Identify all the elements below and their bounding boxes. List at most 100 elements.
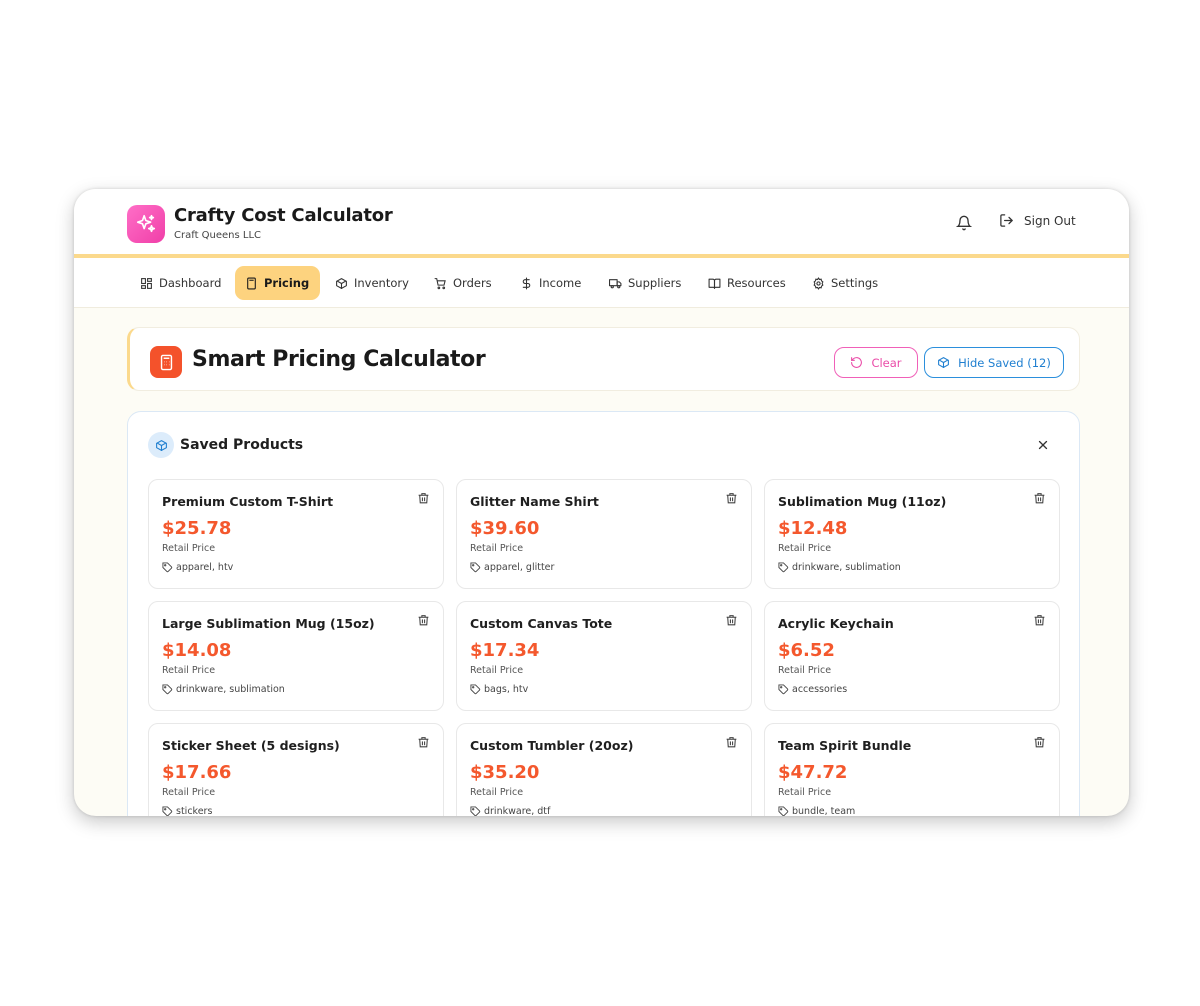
product-card[interactable]: Acrylic Keychain $6.52 Retail Price acce… — [764, 601, 1060, 711]
price-label: Retail Price — [470, 543, 524, 554]
product-tags: apparel, htv — [162, 562, 233, 573]
tag-icon — [470, 562, 481, 573]
sparkles-icon[interactable] — [127, 205, 165, 243]
product-card[interactable]: Glitter Name Shirt $39.60 Retail Price a… — [456, 479, 752, 589]
product-tags: drinkware, dtf — [470, 806, 550, 816]
logout-icon — [1000, 214, 1013, 227]
product-price: $39.60 — [470, 518, 540, 539]
price-label: Retail Price — [778, 787, 832, 798]
product-price: $14.08 — [162, 640, 232, 661]
calculator-icon — [150, 346, 182, 378]
saved-products-title: Saved Products — [180, 437, 304, 453]
nav-label: Settings — [831, 276, 879, 290]
product-name: Glitter Name Shirt — [470, 494, 599, 509]
gear-icon — [813, 276, 824, 290]
product-tags: drinkware, sublimation — [778, 562, 901, 573]
nav-label: Resources — [727, 276, 786, 290]
tags-text: bundle, team — [792, 806, 856, 816]
sign-out-button[interactable]: Sign Out — [999, 213, 1076, 228]
product-price: $6.52 — [778, 640, 835, 661]
nav-item-settings[interactable]: Settings — [802, 266, 888, 300]
tags-text: apparel, htv — [176, 562, 234, 573]
price-label: Retail Price — [162, 543, 216, 554]
product-price: $12.48 — [778, 518, 848, 539]
product-name: Custom Canvas Tote — [470, 616, 613, 631]
trash-icon[interactable] — [1033, 492, 1046, 505]
close-icon[interactable] — [1036, 437, 1050, 451]
hide-saved-button[interactable]: Hide Saved (12) — [924, 347, 1064, 378]
nav-item-dashboard[interactable]: Dashboard — [130, 266, 231, 300]
product-name: Acrylic Keychain — [778, 616, 894, 631]
product-tags: apparel, glitter — [470, 562, 554, 573]
tags-text: stickers — [176, 806, 213, 816]
price-label: Retail Price — [470, 787, 524, 798]
product-card[interactable]: Custom Tumbler (20oz) $35.20 Retail Pric… — [456, 723, 752, 816]
tags-text: drinkware, dtf — [484, 806, 551, 816]
trash-icon[interactable] — [725, 492, 738, 505]
nav-label: Pricing — [264, 276, 310, 290]
app-title: Crafty Cost Calculator — [174, 205, 393, 226]
product-name: Sticker Sheet (5 designs) — [162, 738, 340, 753]
product-card[interactable]: Custom Canvas Tote $17.34 Retail Price b… — [456, 601, 752, 711]
bell-icon[interactable] — [955, 215, 973, 231]
app-window: Crafty Cost Calculator Craft Queens LLC … — [74, 189, 1129, 816]
product-price: $47.72 — [778, 762, 848, 783]
box-icon — [938, 357, 950, 368]
product-tags: bundle, team — [778, 806, 855, 816]
product-name: Premium Custom T-Shirt — [162, 494, 334, 509]
nav-item-suppliers[interactable]: Suppliers — [599, 266, 691, 300]
product-card[interactable]: Sublimation Mug (11oz) $12.48 Retail Pri… — [764, 479, 1060, 589]
main-nav: Dashboard Pricing Inventory Orders Incom… — [74, 258, 1129, 308]
clear-button[interactable]: Clear — [834, 347, 918, 378]
hide-saved-label: Hide Saved (12) — [958, 355, 1051, 370]
product-tags: accessories — [778, 684, 847, 695]
nav-item-income[interactable]: Income — [510, 266, 591, 300]
product-card[interactable]: Sticker Sheet (5 designs) $17.66 Retail … — [148, 723, 444, 816]
nav-item-inventory[interactable]: Inventory — [325, 266, 419, 300]
trash-icon[interactable] — [1033, 736, 1046, 749]
product-name: Custom Tumbler (20oz) — [470, 738, 634, 753]
tag-icon — [470, 684, 481, 695]
trash-icon[interactable] — [1033, 614, 1046, 627]
product-name: Sublimation Mug (11oz) — [778, 494, 947, 509]
tags-text: drinkware, sublimation — [792, 562, 901, 573]
product-card[interactable]: Large Sublimation Mug (15oz) $14.08 Reta… — [148, 601, 444, 711]
tag-icon — [162, 806, 173, 816]
app-header: Crafty Cost Calculator Craft Queens LLC … — [74, 189, 1129, 255]
product-tags: drinkware, sublimation — [162, 684, 285, 695]
tags-text: accessories — [792, 684, 848, 695]
company-name: Craft Queens LLC — [174, 230, 262, 241]
nav-item-pricing[interactable]: Pricing — [235, 266, 320, 300]
reset-icon — [851, 357, 863, 368]
page-title: Smart Pricing Calculator — [192, 347, 486, 372]
product-card[interactable]: Team Spirit Bundle $47.72 Retail Price b… — [764, 723, 1060, 816]
product-price: $17.34 — [470, 640, 540, 661]
trash-icon[interactable] — [417, 614, 430, 627]
trash-icon[interactable] — [725, 736, 738, 749]
cart-icon — [434, 277, 446, 289]
trash-icon[interactable] — [417, 492, 430, 505]
book-icon — [708, 278, 721, 289]
price-label: Retail Price — [470, 665, 524, 676]
product-tags: stickers — [162, 806, 212, 816]
product-name: Large Sublimation Mug (15oz) — [162, 616, 375, 631]
product-card[interactable]: Premium Custom T-Shirt $25.78 Retail Pri… — [148, 479, 444, 589]
nav-item-orders[interactable]: Orders — [424, 266, 502, 300]
price-label: Retail Price — [778, 665, 832, 676]
page-header-card: Smart Pricing Calculator Clear Hide Save… — [127, 327, 1080, 391]
tag-icon — [162, 562, 173, 573]
nav-label: Dashboard — [159, 276, 222, 290]
nav-item-resources[interactable]: Resources — [698, 266, 796, 300]
nav-label: Income — [539, 276, 582, 290]
tag-icon — [778, 684, 789, 695]
dollar-icon — [522, 277, 531, 289]
trash-icon[interactable] — [417, 736, 430, 749]
sign-out-label: Sign Out — [1024, 213, 1076, 228]
tags-text: drinkware, sublimation — [176, 684, 285, 695]
product-price: $35.20 — [470, 762, 540, 783]
tag-icon — [162, 684, 173, 695]
dashboard-icon — [141, 277, 152, 289]
tag-icon — [778, 806, 789, 816]
saved-products-panel: Saved Products Premium Custom T-Shirt $2… — [127, 411, 1080, 816]
trash-icon[interactable] — [725, 614, 738, 627]
